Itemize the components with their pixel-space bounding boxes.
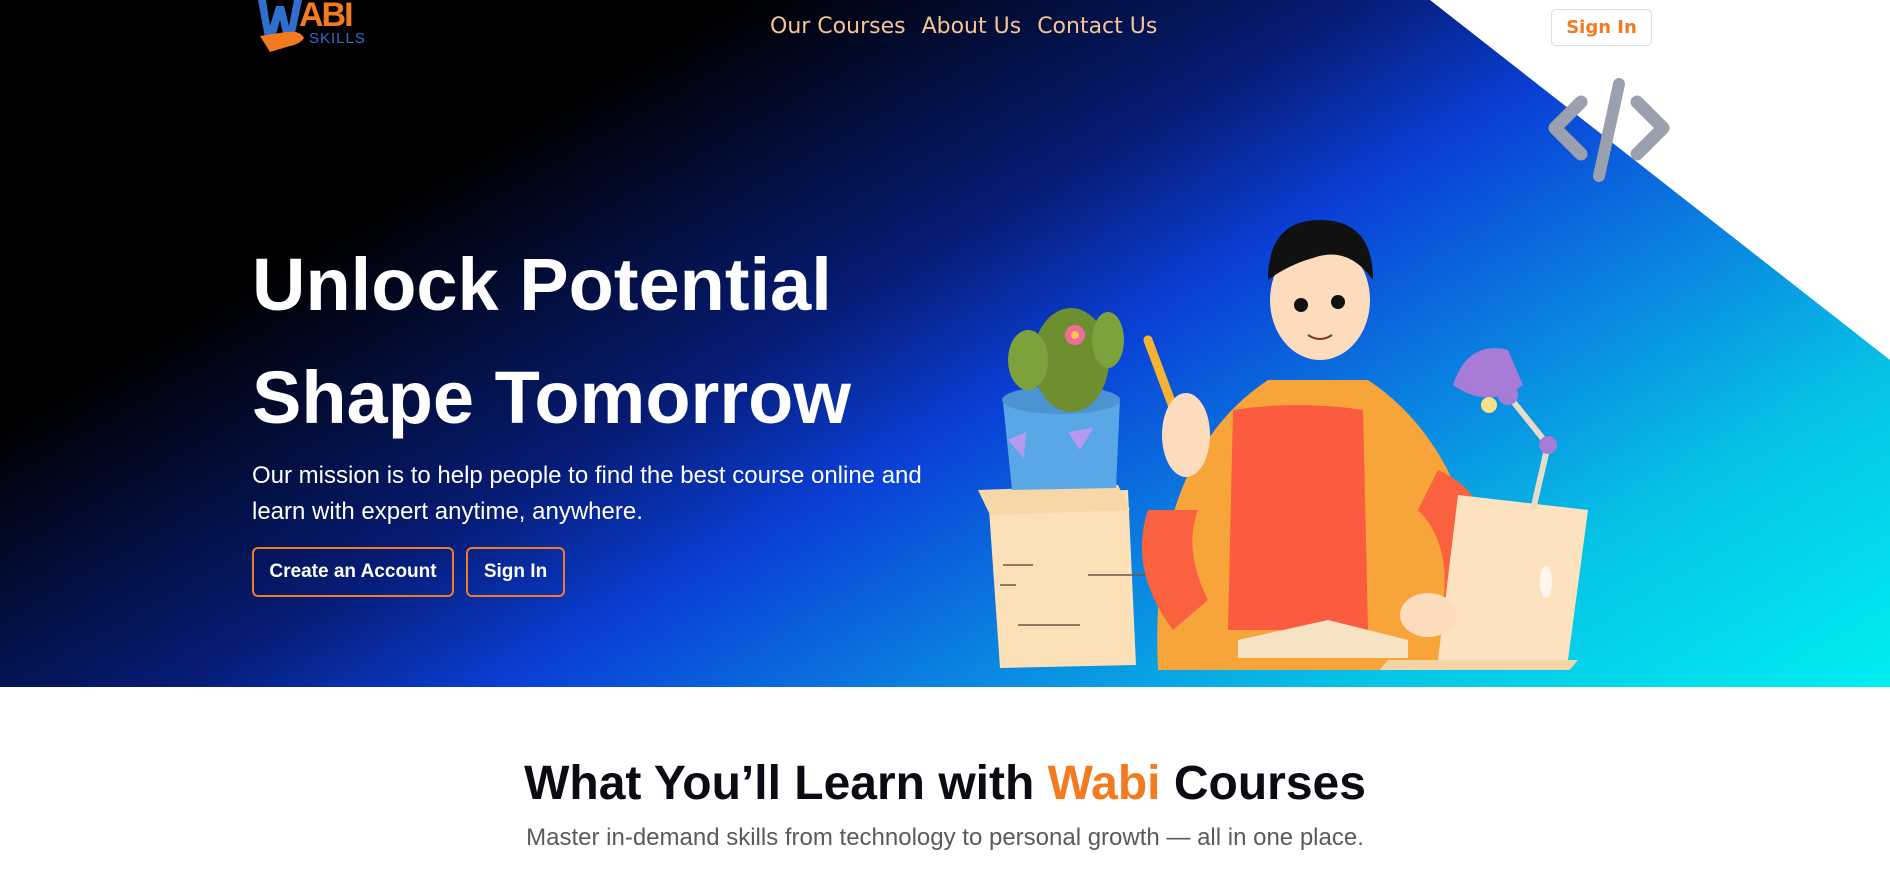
hero-title-line-1: Unlock Potential [252, 243, 832, 326]
nav-links: Our Courses About Us Contact Us [770, 14, 1157, 39]
section-title-accent: Wabi [1047, 757, 1161, 810]
hero-sign-in-button[interactable]: Sign In [466, 547, 565, 597]
top-nav: ABI SKILLS Our Courses About Us Contact … [0, 0, 1890, 60]
section-subtitle: Master in-demand skills from technology … [526, 824, 1364, 851]
section-title-prefix: What You’ll Learn with [524, 757, 1048, 810]
logo-subtext: SKILLS [309, 30, 366, 47]
create-account-button[interactable]: Create an Account [252, 547, 454, 597]
hero-title: Unlock Potential Shape Tomorrow [252, 228, 851, 454]
section-title-suffix: Courses [1160, 757, 1366, 810]
nav-link-contact-us[interactable]: Contact Us [1037, 14, 1157, 39]
hero-title-line-2: Shape Tomorrow [252, 356, 851, 439]
code-brackets-icon [1548, 78, 1670, 182]
nav-sign-in-button[interactable]: Sign In [1551, 9, 1652, 46]
hero-description: Our mission is to help people to find th… [252, 462, 922, 525]
section-title: What You’ll Learn with Wabi Courses [0, 756, 1890, 811]
brand-logo[interactable]: ABI SKILLS [256, 0, 372, 54]
nav-link-about-us[interactable]: About Us [922, 14, 1022, 39]
student-studying-illustration [978, 220, 1588, 670]
nav-link-our-courses[interactable]: Our Courses [770, 14, 906, 39]
hero-buttons: Create an Account Sign In [252, 547, 565, 597]
